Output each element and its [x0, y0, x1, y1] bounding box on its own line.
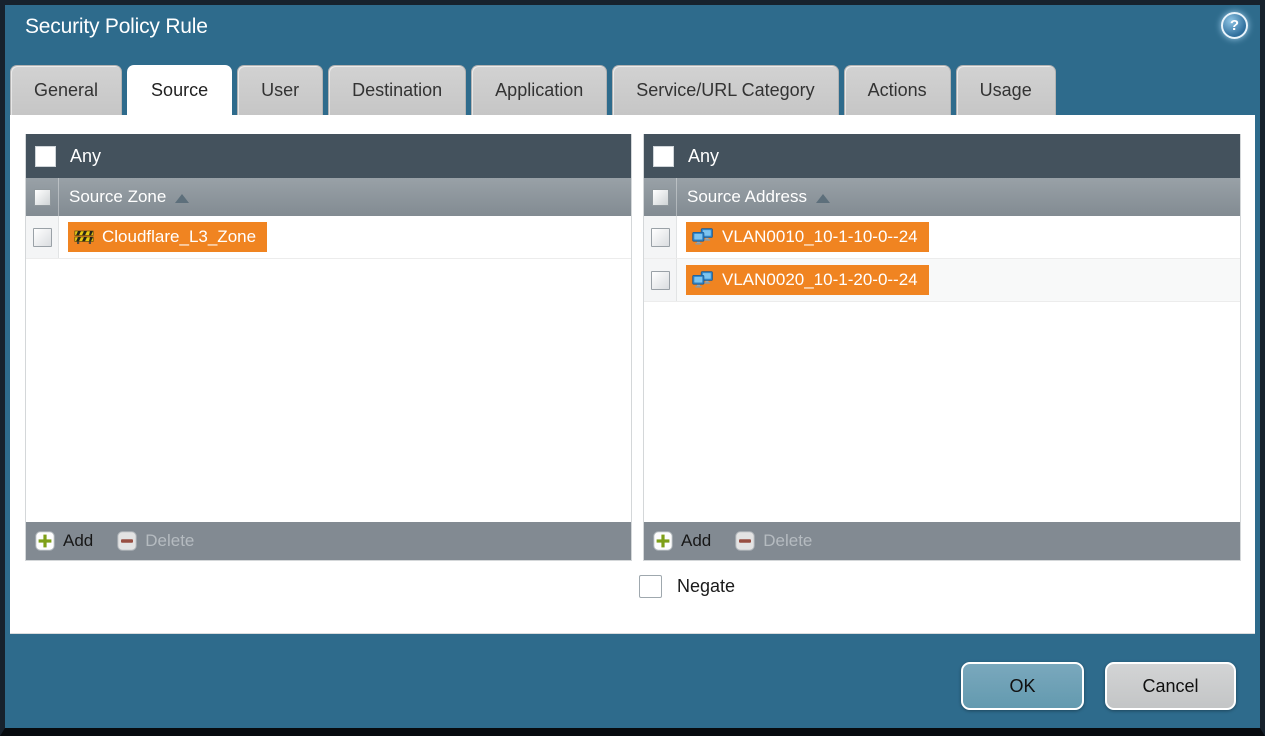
tab-user[interactable]: User [237, 65, 324, 115]
source-zone-any-label: Any [70, 145, 102, 166]
plus-icon [653, 531, 673, 551]
add-button[interactable]: Add [35, 531, 93, 551]
tab-bar: General Source User Destination Applicat… [10, 65, 1056, 115]
source-address-column-label: Source Address [687, 187, 808, 206]
source-address-toolbar: Add Delete [644, 522, 1240, 560]
tab-general[interactable]: General [10, 65, 123, 115]
source-address-column-header[interactable]: Source Address [644, 178, 1240, 216]
tab-actions[interactable]: Actions [843, 65, 951, 115]
select-all-cell [26, 178, 59, 216]
dialog-title: Security Policy Rule [25, 15, 208, 38]
delete-label: Delete [145, 531, 195, 550]
source-zone-any-checkbox[interactable] [35, 145, 56, 167]
security-policy-rule-dialog: Security Policy Rule ? General Source Us… [0, 0, 1265, 736]
negate-label: Negate [677, 576, 736, 596]
address-object-name: VLAN0020_10-1-20-0--24 [722, 270, 918, 289]
sort-asc-icon [816, 193, 831, 203]
row-checkbox[interactable] [650, 270, 670, 290]
add-button[interactable]: Add [653, 531, 711, 551]
row-checkbox-cell [26, 216, 59, 258]
zone-object-name: Cloudflare_L3_Zone [102, 227, 257, 246]
tab-usage[interactable]: Usage [955, 65, 1056, 115]
source-zone-toolbar: Add Delete [26, 522, 631, 560]
source-address-rows: VLAN0010_10-1-10-0--24 VLAN0020_10-1-20-… [644, 216, 1240, 522]
source-zone-column-label: Source Zone [69, 187, 167, 206]
minus-icon [117, 531, 137, 551]
tab-service-url-category[interactable]: Service/URL Category [612, 65, 839, 115]
tab-application[interactable]: Application [471, 65, 608, 115]
address-object-name: VLAN0010_10-1-10-0--24 [722, 227, 918, 246]
cancel-button[interactable]: Cancel [1105, 662, 1236, 710]
tab-source[interactable]: Source [127, 65, 233, 115]
tab-destination[interactable]: Destination [328, 65, 467, 115]
zone-object-chip[interactable]: Cloudflare_L3_Zone [68, 222, 268, 252]
source-tab-content: Any Source Zone Cloudflare_L3_Zone Add D… [10, 115, 1255, 634]
negate-control: Negate [639, 575, 735, 598]
source-address-any-header: Any [644, 134, 1240, 178]
row-checkbox-cell [644, 259, 677, 301]
source-zone-column-header[interactable]: Source Zone [26, 178, 631, 216]
minus-icon [735, 531, 755, 551]
add-label: Add [63, 531, 94, 550]
delete-label: Delete [763, 531, 813, 550]
add-label: Add [681, 531, 712, 550]
help-icon[interactable]: ? [1221, 12, 1248, 39]
table-row[interactable]: Cloudflare_L3_Zone [26, 216, 631, 259]
zone-icon [74, 230, 94, 244]
select-all-cell [644, 178, 677, 216]
table-row[interactable]: VLAN0020_10-1-20-0--24 [644, 259, 1240, 302]
address-icon [692, 271, 713, 288]
source-address-select-all-checkbox[interactable] [651, 188, 669, 206]
help-glyph: ? [1229, 17, 1240, 34]
source-address-any-checkbox[interactable] [653, 145, 674, 167]
source-zone-panel: Any Source Zone Cloudflare_L3_Zone Add D… [25, 134, 632, 561]
negate-checkbox[interactable] [639, 575, 662, 598]
delete-button[interactable]: Delete [117, 531, 194, 551]
address-icon [692, 228, 713, 245]
plus-icon [35, 531, 55, 551]
address-object-chip[interactable]: VLAN0020_10-1-20-0--24 [686, 265, 929, 295]
table-row[interactable]: VLAN0010_10-1-10-0--24 [644, 216, 1240, 259]
address-object-chip[interactable]: VLAN0010_10-1-10-0--24 [686, 222, 929, 252]
ok-button[interactable]: OK [961, 662, 1084, 710]
row-checkbox[interactable] [32, 227, 52, 247]
delete-button[interactable]: Delete [735, 531, 812, 551]
source-zone-any-header: Any [26, 134, 631, 178]
row-checkbox-cell [644, 216, 677, 258]
source-address-any-label: Any [688, 145, 720, 166]
source-address-panel: Any Source Address VLAN0010_10-1-10-0--2… [643, 134, 1241, 561]
source-zone-select-all-checkbox[interactable] [33, 188, 51, 206]
row-checkbox[interactable] [650, 227, 670, 247]
sort-asc-icon [175, 193, 190, 203]
source-zone-rows: Cloudflare_L3_Zone [26, 216, 631, 522]
